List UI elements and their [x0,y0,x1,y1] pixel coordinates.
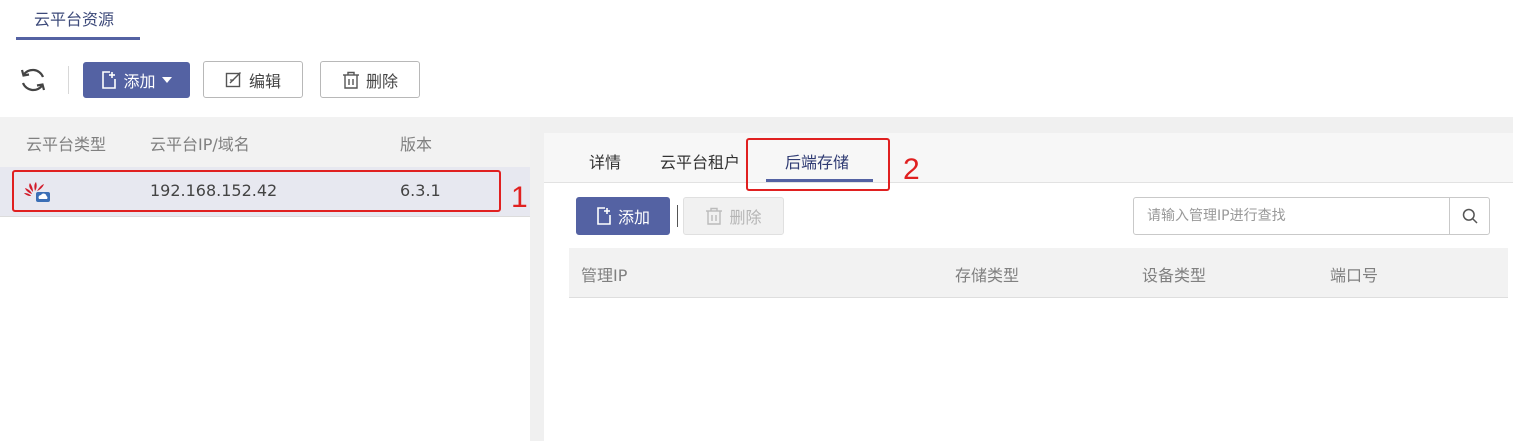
edit-button[interactable]: 编辑 [203,61,303,98]
column-header-version[interactable]: 版本 [400,131,432,155]
storage-delete-button[interactable]: 删除 [683,197,784,235]
tab-details[interactable]: 详情 [589,149,621,173]
edit-icon [225,71,241,87]
add-file-icon [597,207,611,225]
column-header-management-ip[interactable]: 管理IP [581,262,627,286]
refresh-button[interactable] [16,63,50,97]
annotation-box-2 [746,138,890,191]
column-header-port[interactable]: 端口号 [1330,262,1378,286]
toolbar-separator [677,205,678,227]
column-header-storage-type[interactable]: 存储类型 [955,262,1019,286]
caret-down-icon [161,77,172,83]
trash-icon [342,71,359,89]
cloud-platform-table-header: 云平台类型 云平台IP/域名 版本 [0,117,530,167]
search-icon [1462,208,1478,224]
refresh-icon [20,68,46,92]
column-header-ip[interactable]: 云平台IP/域名 [150,131,250,155]
column-header-device-type[interactable]: 设备类型 [1142,262,1206,286]
detail-tabs-bar: 详情 云平台租户 后端存储 [544,133,1513,183]
tab-cloud-platform-resources[interactable]: 云平台资源 [16,0,140,40]
tab-label: 云平台资源 [34,10,115,29]
edit-button-label: 编辑 [248,71,281,91]
storage-table-header: 管理IP 存储类型 设备类型 端口号 [569,248,1508,298]
search-box [1133,197,1490,235]
trash-icon [706,207,723,225]
add-file-icon [102,71,117,89]
search-button[interactable] [1449,198,1489,234]
tab-cloud-tenants[interactable]: 云平台租户 [660,149,740,173]
annotation-number-1: 1 [511,181,528,214]
right-panel-top-bar [544,117,1513,133]
add-dropdown-button[interactable]: 添加 [83,62,190,98]
search-input[interactable] [1134,198,1450,234]
storage-add-button[interactable]: 添加 [576,197,670,235]
delete-button[interactable]: 删除 [320,61,420,98]
storage-add-label: 添加 [617,208,650,227]
annotation-number-2: 2 [903,153,920,186]
annotation-box-1 [12,170,501,212]
panel-divider[interactable] [530,117,544,441]
toolbar-separator [68,66,69,94]
column-header-type[interactable]: 云平台类型 [26,131,106,155]
add-button-label: 添加 [123,72,156,91]
storage-delete-label: 删除 [729,208,762,227]
delete-button-label: 删除 [365,71,398,91]
active-tab-indicator [16,37,140,40]
